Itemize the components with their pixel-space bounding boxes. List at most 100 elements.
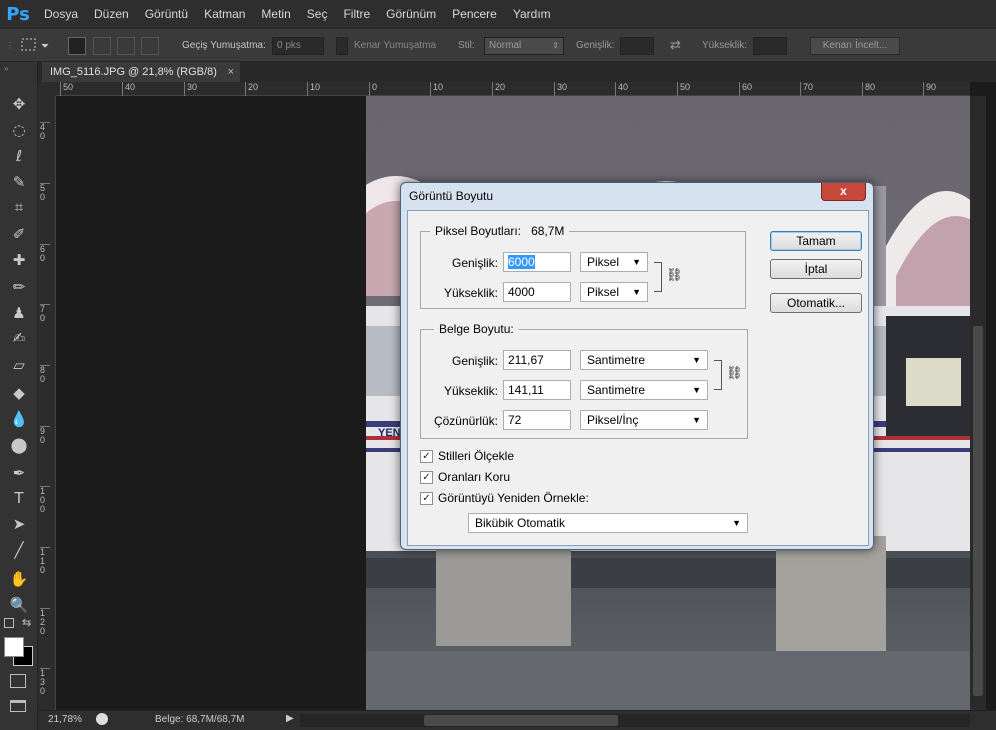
menu-window[interactable]: Pencere: [444, 0, 505, 28]
pixel-height-input[interactable]: 4000: [503, 282, 571, 302]
anti-alias-checkbox[interactable]: [336, 37, 348, 55]
ruler-top-tick: 0: [369, 82, 377, 96]
pixel-height-unit-select[interactable]: Piksel ▼: [580, 282, 648, 302]
constrain-proportions-checkbox[interactable]: ✓: [420, 471, 433, 484]
hand-tool-icon[interactable]: ✋: [9, 569, 29, 589]
tool-preset-picker[interactable]: [20, 29, 50, 61]
clone-stamp-tool-icon[interactable]: ♟: [9, 303, 29, 323]
doc-width-unit-select[interactable]: Santimetre ▼: [580, 350, 708, 370]
chevron-down-icon: ▼: [632, 257, 641, 267]
document-tab[interactable]: IMG_5116.JPG @ 21,8% (RGB/8) ×: [42, 62, 240, 82]
quick-selection-tool-icon[interactable]: ✎: [9, 172, 29, 192]
pixel-width-input[interactable]: 6000: [503, 252, 571, 272]
dodge-tool-icon[interactable]: ⬤: [9, 435, 29, 455]
refine-edge-button[interactable]: Kenarı İncelt...: [810, 37, 900, 55]
ruler-top-tick: 30: [554, 82, 567, 96]
menu-view[interactable]: Görünüm: [378, 0, 444, 28]
doc-height-unit-select[interactable]: Santimetre ▼: [580, 380, 708, 400]
move-tool-icon[interactable]: ✥: [9, 94, 29, 114]
foreground-color-swatch[interactable]: [4, 637, 24, 657]
doc-status-icon[interactable]: [96, 713, 108, 725]
blur-tool-icon[interactable]: 💧: [9, 409, 29, 429]
menu-edit[interactable]: Düzen: [86, 0, 137, 28]
resample-checkbox[interactable]: ✓: [420, 492, 433, 505]
auto-button[interactable]: Otomatik...: [770, 293, 862, 313]
line-tool-icon[interactable]: ╱: [9, 540, 29, 560]
resolution-input[interactable]: 72: [503, 410, 571, 430]
swap-colors-icon[interactable]: ⇆: [22, 616, 31, 629]
status-menu-arrow-icon[interactable]: ▶: [286, 713, 294, 724]
paint-bucket-tool-icon[interactable]: ◆: [9, 383, 29, 403]
ruler-origin[interactable]: [38, 82, 56, 96]
eraser-tool-icon[interactable]: ▱: [9, 355, 29, 375]
brush-tool-icon[interactable]: ✏: [9, 277, 29, 297]
doc-width-input[interactable]: 211,67: [503, 350, 571, 370]
resample-method-select[interactable]: Bikübik Otomatik ▼: [468, 513, 748, 533]
panel-collapse-icon[interactable]: »: [4, 64, 8, 73]
default-colors-icon[interactable]: [4, 618, 14, 628]
menu-help[interactable]: Yardım: [505, 0, 559, 28]
ruler-top-tick: 10: [307, 82, 320, 96]
ruler-left-tick: 8 0: [40, 365, 50, 384]
subtract-selection-mode[interactable]: [117, 37, 135, 55]
scale-styles-checkbox[interactable]: ✓: [420, 450, 433, 463]
swap-icon[interactable]: ⇄: [670, 29, 681, 61]
vertical-scroll-thumb[interactable]: [973, 326, 983, 696]
zoom-tool-icon[interactable]: 🔍: [9, 595, 29, 615]
ruler-top-tick: 30: [184, 82, 197, 96]
marquee-tool-icon[interactable]: ◌: [9, 120, 29, 140]
menu-filter[interactable]: Filtre: [335, 0, 378, 28]
photoshop-logo: Ps: [6, 3, 30, 25]
crop-tool-icon[interactable]: ⌗: [9, 197, 29, 217]
document-tab-title: IMG_5116.JPG @ 21,8% (RGB/8): [50, 66, 217, 78]
intersect-selection-mode[interactable]: [141, 37, 159, 55]
ruler-left-tick: 9 0: [40, 426, 50, 445]
menu-type[interactable]: Metin: [253, 0, 298, 28]
horizontal-scrollbar[interactable]: [300, 714, 970, 727]
menu-select[interactable]: Seç: [299, 0, 336, 28]
quick-mask-icon[interactable]: [10, 674, 26, 688]
vertical-ruler[interactable]: 4 0 5 0 6 0 7 0 8 0 9 0 1 0 0 1 1 0 1 2 0 1 3 0: [38, 96, 56, 710]
eyedropper-tool-icon[interactable]: ✐: [9, 224, 29, 244]
horizontal-ruler[interactable]: 50 40 30 20 10 0 10 20 30 40 50 60 70 80 90: [56, 82, 970, 96]
vertical-scrollbar[interactable]: [970, 96, 986, 710]
path-selection-tool-icon[interactable]: ➤: [9, 514, 29, 534]
ruler-left-tick: 5 0: [40, 183, 50, 202]
add-selection-mode[interactable]: [93, 37, 111, 55]
width-label: Genişlik:: [576, 39, 615, 51]
history-brush-tool-icon[interactable]: ✍: [9, 328, 29, 348]
feather-input[interactable]: 0 pks: [272, 37, 324, 55]
screen-mode-icon[interactable]: [10, 700, 26, 712]
spot-healing-tool-icon[interactable]: ✚: [9, 250, 29, 270]
doc-height-input[interactable]: 141,11: [503, 380, 571, 400]
pixel-dimensions-value: 68,7M: [531, 224, 565, 238]
doc-width-label: Genişlik:: [451, 354, 498, 368]
doc-link-bracket: [714, 360, 722, 390]
style-value: Normal: [489, 40, 522, 51]
new-selection-mode[interactable]: [68, 37, 86, 55]
close-tab-icon[interactable]: ×: [228, 62, 234, 82]
ruler-top-tick: 20: [245, 82, 258, 96]
ruler-top-tick: 10: [430, 82, 443, 96]
resolution-unit-select[interactable]: Piksel/İnç ▼: [580, 410, 708, 430]
horizontal-scroll-thumb[interactable]: [424, 715, 618, 726]
type-tool-icon[interactable]: T: [9, 488, 29, 508]
pixel-width-value: 6000: [508, 255, 535, 269]
pen-tool-icon[interactable]: ✒: [9, 463, 29, 483]
height-input[interactable]: [753, 37, 787, 55]
doc-height-unit: Santimetre: [587, 383, 646, 397]
pixel-height-label: Yükseklik:: [443, 286, 498, 300]
ruler-top-tick: 70: [800, 82, 813, 96]
style-select[interactable]: Normal ⇕: [484, 37, 564, 55]
dialog-close-button[interactable]: x: [821, 183, 866, 201]
lasso-tool-icon[interactable]: ℓ: [9, 146, 29, 166]
width-input[interactable]: [620, 37, 654, 55]
menu-image[interactable]: Görüntü: [137, 0, 196, 28]
menu-file[interactable]: Dosya: [36, 0, 86, 28]
pixel-width-unit-select[interactable]: Piksel ▼: [580, 252, 648, 272]
cancel-button[interactable]: İptal: [770, 259, 862, 279]
ok-button[interactable]: Tamam: [770, 231, 862, 251]
zoom-level[interactable]: 21,78%: [48, 714, 82, 725]
menu-layer[interactable]: Katman: [196, 0, 253, 28]
tools-panel: » ✥ ◌ ℓ ✎ ⌗ ✐ ✚ ✏ ♟ ✍ ▱ ◆ 💧 ⬤ ✒ T ➤ ╱ ✋ 🔍 ⇆: [0, 62, 38, 730]
